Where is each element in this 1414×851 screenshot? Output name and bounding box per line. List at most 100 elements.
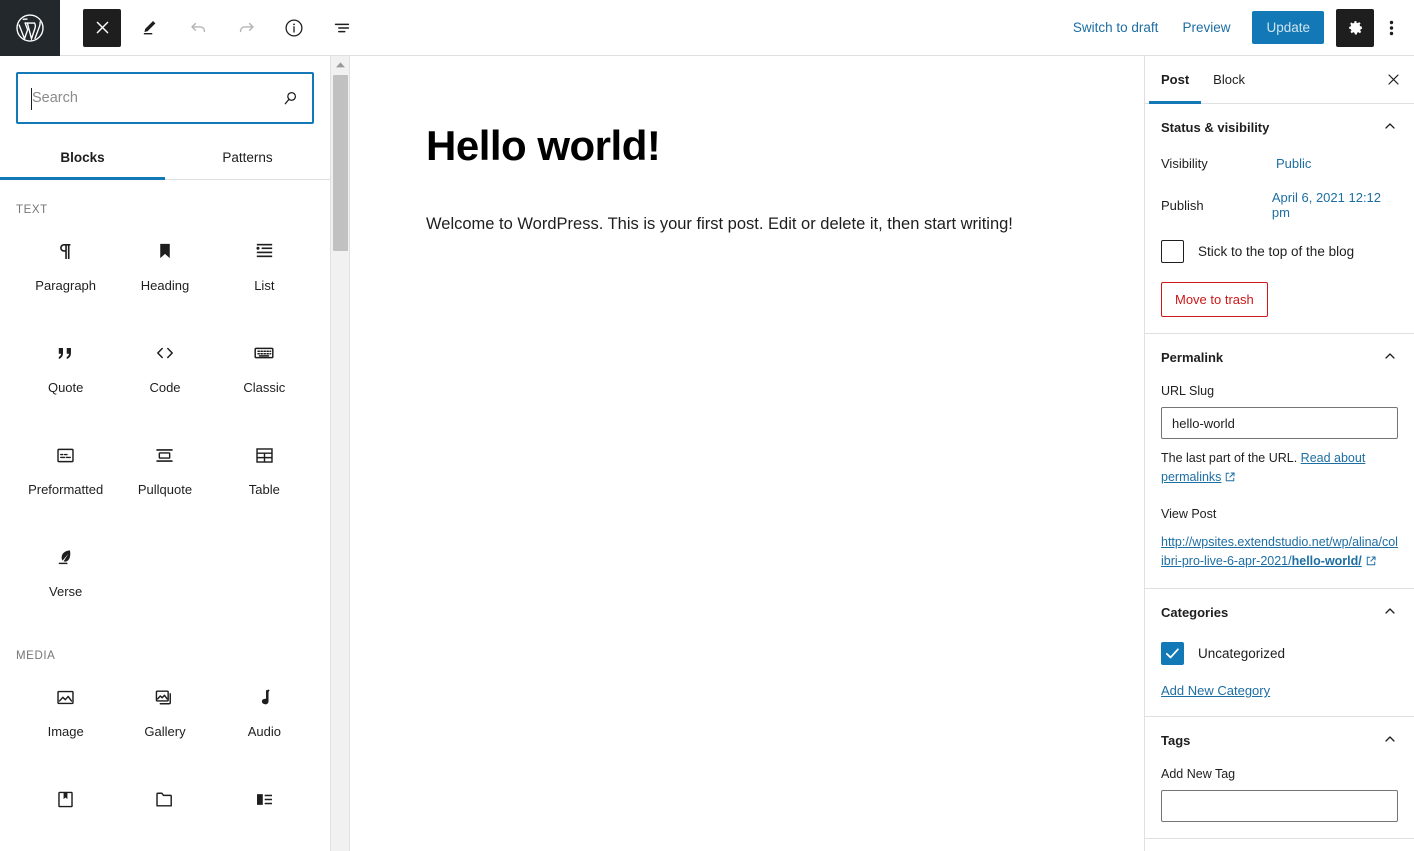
music-note-icon — [253, 682, 276, 712]
block-item-table[interactable]: Table — [215, 422, 314, 524]
keyboard-icon — [252, 338, 276, 368]
settings-tab-bar: Post Block — [1145, 56, 1414, 104]
wordpress-logo-icon[interactable] — [0, 0, 60, 56]
panel-header-status[interactable]: Status & visibility — [1161, 118, 1398, 137]
add-new-tag-label: Add New Tag — [1161, 767, 1236, 782]
update-button[interactable]: Update — [1252, 11, 1324, 44]
bulleted-list-icon — [253, 236, 276, 266]
block-item-paragraph[interactable]: Paragraph — [16, 218, 115, 320]
chevron-up-icon — [1382, 348, 1398, 367]
block-item-gallery[interactable]: Gallery — [115, 664, 214, 766]
panel-tags: Tags Add New Tag — [1145, 717, 1414, 840]
angle-brackets-code-icon — [153, 338, 177, 368]
tab-block[interactable]: Block — [1201, 57, 1257, 103]
block-grid-text: Paragraph Heading List Quote Code Classi… — [16, 218, 314, 626]
feather-quill-icon — [54, 542, 77, 572]
block-label: Heading — [140, 278, 190, 293]
sticky-checkbox-row[interactable]: Stick to the top of the blog — [1161, 240, 1398, 263]
sticky-label: Stick to the top of the blog — [1198, 244, 1355, 259]
info-circle-icon[interactable] — [275, 9, 313, 47]
help-static-text: The last part of the URL. — [1161, 451, 1298, 465]
close-icon[interactable] — [1376, 63, 1410, 97]
chevron-up-icon — [1382, 603, 1398, 622]
post-paragraph-block[interactable]: Welcome to WordPress. This is your first… — [426, 212, 1036, 237]
gallery-stacked-images-icon — [153, 682, 176, 712]
block-label: Pullquote — [137, 482, 193, 497]
block-item-list[interactable]: List — [215, 218, 314, 320]
more-options-vertical-icon[interactable] — [1376, 9, 1406, 47]
view-post-label: View Post — [1161, 506, 1217, 521]
undo-arrow-icon[interactable] — [179, 9, 217, 47]
editor-canvas[interactable]: Hello world! Welcome to WordPress. This … — [351, 56, 1144, 851]
panel-header-categories[interactable]: Categories — [1161, 603, 1398, 622]
block-item-heading[interactable]: Heading — [115, 218, 214, 320]
search-input[interactable] — [18, 74, 268, 122]
block-label: Table — [248, 482, 280, 497]
inserter-tabs: Blocks Patterns — [0, 138, 330, 180]
view-post-url-link[interactable]: http://wpsites.extendstudio.net/wp/alina… — [1161, 533, 1398, 573]
list-view-icon[interactable] — [323, 9, 361, 47]
settings-sidebar: Post Block Status & visibility Visibilit… — [1144, 56, 1414, 851]
block-item-file[interactable] — [115, 766, 214, 851]
top-bar-left-tools — [78, 0, 366, 56]
tab-post[interactable]: Post — [1149, 57, 1202, 104]
block-item-audio[interactable]: Audio — [215, 664, 314, 766]
category-row-uncategorized[interactable]: Uncategorized — [1161, 642, 1398, 666]
tab-blocks[interactable]: Blocks — [0, 138, 165, 180]
pencil-edit-icon[interactable] — [131, 9, 169, 47]
category-title-media: MEDIA — [16, 650, 56, 662]
panel-title: Categories — [1161, 605, 1229, 621]
search-box[interactable] — [16, 72, 314, 124]
quotation-mark-icon — [54, 338, 77, 368]
visibility-label: Visibility — [1161, 156, 1208, 171]
search-icon[interactable] — [268, 74, 312, 122]
row-publish: Publish April 6, 2021 12:12 pm — [1161, 190, 1398, 220]
close-inserter-button[interactable] — [83, 8, 121, 47]
block-inserter-panel: Blocks Patterns TEXT Paragraph Heading — [0, 56, 331, 851]
block-label: Preformatted — [28, 482, 104, 497]
block-label: Verse — [49, 584, 83, 599]
switch-to-draft-button[interactable]: Switch to draft — [1061, 12, 1171, 43]
post-title[interactable]: Hello world! — [426, 122, 1144, 170]
block-item-classic[interactable]: Classic — [215, 320, 314, 422]
block-item-image[interactable]: Image — [16, 664, 115, 766]
block-grid-media: Image Gallery Audio — [16, 664, 314, 851]
block-item-code[interactable]: Code — [115, 320, 214, 422]
block-item-pullquote[interactable]: Pullquote — [115, 422, 214, 524]
block-label: Gallery — [144, 724, 186, 739]
inserter-scrollbar[interactable] — [331, 56, 350, 851]
block-item-preformatted[interactable]: Preformatted — [16, 422, 115, 524]
block-label: Classic — [243, 380, 286, 395]
block-label: List — [254, 278, 275, 293]
block-item-verse[interactable]: Verse — [16, 524, 115, 626]
url-slug-input[interactable] — [1161, 407, 1398, 439]
panel-header-tags[interactable]: Tags — [1161, 731, 1398, 750]
scrollbar-thumb[interactable] — [333, 75, 348, 251]
url-slug-text: hello-world/ — [1291, 553, 1362, 568]
panel-header-permalink[interactable]: Permalink — [1161, 348, 1398, 367]
pullquote-icon — [153, 440, 176, 470]
add-new-tag-input[interactable] — [1161, 790, 1398, 823]
redo-arrow-icon[interactable] — [227, 9, 265, 47]
category-checkbox[interactable] — [1161, 642, 1184, 666]
panel-title: Tags — [1161, 733, 1191, 749]
gear-settings-icon[interactable] — [1336, 8, 1374, 47]
cover-bookmark-icon — [54, 784, 77, 814]
panel-title: Permalink — [1161, 350, 1224, 365]
visibility-value-button[interactable]: Public — [1276, 156, 1311, 171]
block-item-quote[interactable]: Quote — [16, 320, 115, 422]
move-to-trash-button[interactable]: Move to trash — [1161, 282, 1268, 317]
image-picture-icon — [54, 682, 77, 712]
sticky-checkbox[interactable] — [1161, 240, 1184, 263]
block-item-cover[interactable] — [16, 766, 115, 851]
block-type-list: TEXT Paragraph Heading List Quote Code C… — [0, 204, 330, 851]
block-item-media-text[interactable] — [215, 766, 314, 851]
tab-patterns[interactable]: Patterns — [165, 138, 330, 179]
panel-permalink: Permalink URL Slug The last part of the … — [1145, 334, 1414, 590]
add-new-category-link[interactable]: Add New Category — [1161, 683, 1270, 698]
publish-date-button[interactable]: April 6, 2021 12:12 pm — [1272, 190, 1398, 220]
paragraph-pilcrow-icon — [54, 236, 77, 266]
preview-button[interactable]: Preview — [1170, 12, 1242, 43]
file-folder-icon — [153, 784, 176, 814]
scroll-up-arrow-icon[interactable] — [331, 56, 350, 73]
